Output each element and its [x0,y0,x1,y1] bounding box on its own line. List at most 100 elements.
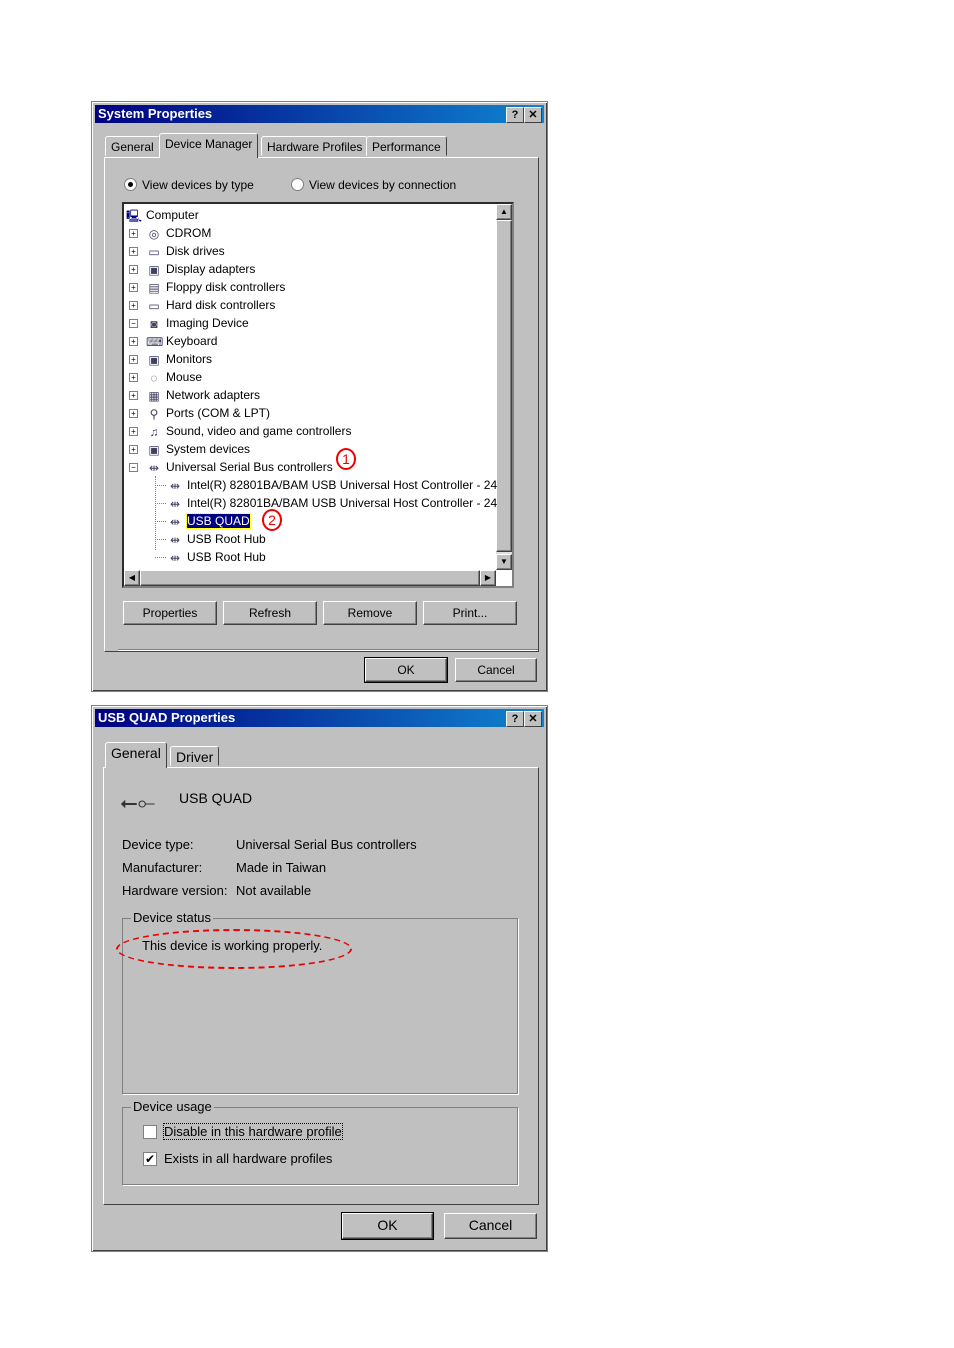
tree-item[interactable]: ⌨ Keyboard [146,332,217,350]
tree-item[interactable]: ▣ Monitors [146,350,212,368]
collapse-icon[interactable]: − [129,319,138,328]
properties-button[interactable]: Properties [123,601,217,625]
tree-item-label: Disk drives [166,244,225,258]
tree-item[interactable]: ▭ Disk drives [146,242,225,260]
tree-item-label: Monitors [166,352,213,366]
tree-connector [155,539,166,540]
tab-general[interactable]: General [105,136,160,156]
tree-item[interactable]: ⇹ Intel(R) 82801BA/BAM USB Universal Host… [167,476,497,494]
close-button[interactable]: ✕ [524,107,542,123]
tree-item-label: Hard disk controllers [166,298,276,312]
scroll-left-button[interactable]: ◀ [124,570,140,586]
sound-icon: ♫ [149,424,159,439]
remove-button[interactable]: Remove [323,601,417,625]
annotation-2: 2 [262,509,282,531]
help-button[interactable]: ? [506,107,524,123]
tab-device-manager[interactable]: Device Manager [159,133,259,158]
tree-item[interactable]: ▤ Floppy disk controllers [146,278,285,296]
scroll-thumb[interactable] [496,220,512,552]
tab-hardware-profiles[interactable]: Hardware Profiles [261,136,369,156]
port-icon: ⚲ [149,406,159,421]
vertical-scrollbar[interactable]: ▲ ▼ [496,204,512,570]
tree-item[interactable]: 🖳 Computer [126,206,199,224]
expand-icon[interactable]: + [129,427,138,436]
horizontal-scrollbar[interactable]: ◀ ▶ [124,570,496,586]
expand-icon[interactable]: + [129,409,138,418]
tree-item[interactable]: ▣ Display adapters [146,260,255,278]
cancel-button[interactable]: Cancel [444,1213,537,1239]
tree-item[interactable]: ♫ Sound, video and game controllers [146,422,352,440]
tree-item[interactable]: ⇹ USB Root Hub [167,530,266,548]
tree-item-label: Keyboard [166,334,218,348]
expand-icon[interactable]: + [129,301,138,310]
tree-item-label: Imaging Device [166,316,249,330]
tree-item-label: USB QUAD [186,513,251,529]
usb-quad-properties-window: USB QUAD Properties ? ✕ General Driver ⭠… [91,705,548,1252]
hscroll-thumb[interactable] [140,570,480,586]
print-button[interactable]: Print... [423,601,517,625]
ok-button[interactable]: OK [341,1212,434,1240]
help-button[interactable]: ? [506,711,524,727]
tree-item[interactable]: ◎ CDROM [146,224,212,242]
tree-item[interactable]: ⇹ USB Root Hub [167,548,266,566]
title-bar: System Properties ? ✕ [95,105,544,123]
usb-icon: ⇹ [169,532,181,547]
expand-icon[interactable]: + [129,355,138,364]
display-icon: ▣ [148,262,160,277]
usb-icon: ⇹ [169,550,181,565]
computer-icon: 🖳 [126,208,143,223]
expand-icon[interactable]: + [129,373,138,382]
tree-connector [155,521,166,522]
scroll-up-button[interactable]: ▲ [496,204,512,220]
tree-item[interactable]: ▣ System devices [146,440,250,458]
monitor-icon: ▣ [148,352,160,367]
cdrom-icon: ◎ [148,226,160,241]
tree-item-label: Floppy disk controllers [166,280,286,294]
exists-all-profiles-checkbox[interactable]: ✔ [143,1152,157,1166]
tree-item[interactable]: ⇹ Intel(R) 82801BA/BAM USB Universal Host… [167,494,497,512]
mouse-icon: ◌ [150,370,158,385]
disable-profile-checkbox[interactable] [143,1125,157,1139]
tree-item[interactable]: ⇹ USB QUAD [167,512,251,530]
tree-item-label: Network adapters [166,388,261,402]
tab-general[interactable]: General [105,742,167,768]
expand-icon[interactable]: + [129,337,138,346]
close-button[interactable]: ✕ [524,711,542,727]
tree-item[interactable]: ▦ Network adapters [146,386,260,404]
collapse-icon[interactable]: − [129,463,138,472]
field-label: Hardware version: [122,883,228,898]
view-by-type-radio[interactable] [124,178,137,191]
tree-item-label: USB Root Hub [187,550,266,564]
ok-button[interactable]: OK [364,657,448,683]
scroll-right-button[interactable]: ▶ [480,570,496,586]
tree-item[interactable]: ▭ Hard disk controllers [146,296,275,314]
title-bar: USB QUAD Properties ? ✕ [95,709,544,727]
device-name: USB QUAD [179,790,253,806]
tab-performance[interactable]: Performance [366,136,447,156]
expand-icon[interactable]: + [129,283,138,292]
tree-item[interactable]: ⚲ Ports (COM & LPT) [146,404,270,422]
tree-item[interactable]: ◙ Imaging Device [146,314,249,332]
window-title: USB QUAD Properties [98,710,236,725]
expand-icon[interactable]: + [129,391,138,400]
expand-icon[interactable]: + [129,445,138,454]
tab-driver[interactable]: Driver [170,746,220,766]
tree-item-label: Universal Serial Bus controllers [166,460,333,474]
disable-profile-label[interactable]: Disable in this hardware profile [163,1123,343,1140]
view-by-type-label: View devices by type [142,178,254,192]
usb-icon: ⇹ [169,514,181,529]
device-tree[interactable]: ▲ ▼ ◀ ▶ 🖳 Computer ◎ CDROM + ▭ Disk drives + ▣ Di… [122,202,514,588]
refresh-button[interactable]: Refresh [223,601,317,625]
cancel-button[interactable]: Cancel [455,658,537,682]
expand-icon[interactable]: + [129,265,138,274]
tree-item[interactable]: ⇹ Universal Serial Bus controllers [146,458,333,476]
expand-icon[interactable]: + [129,229,138,238]
exists-all-profiles-label[interactable]: Exists in all hardware profiles [164,1151,332,1166]
tree-item[interactable]: ◌ Mouse [146,368,202,386]
scroll-down-button[interactable]: ▼ [496,554,512,570]
network-icon: ▦ [148,388,160,403]
usb-icon: ⭠⟜ [120,790,156,815]
harddisk-icon: ▭ [148,298,160,313]
view-by-connection-radio[interactable] [291,178,304,191]
expand-icon[interactable]: + [129,247,138,256]
